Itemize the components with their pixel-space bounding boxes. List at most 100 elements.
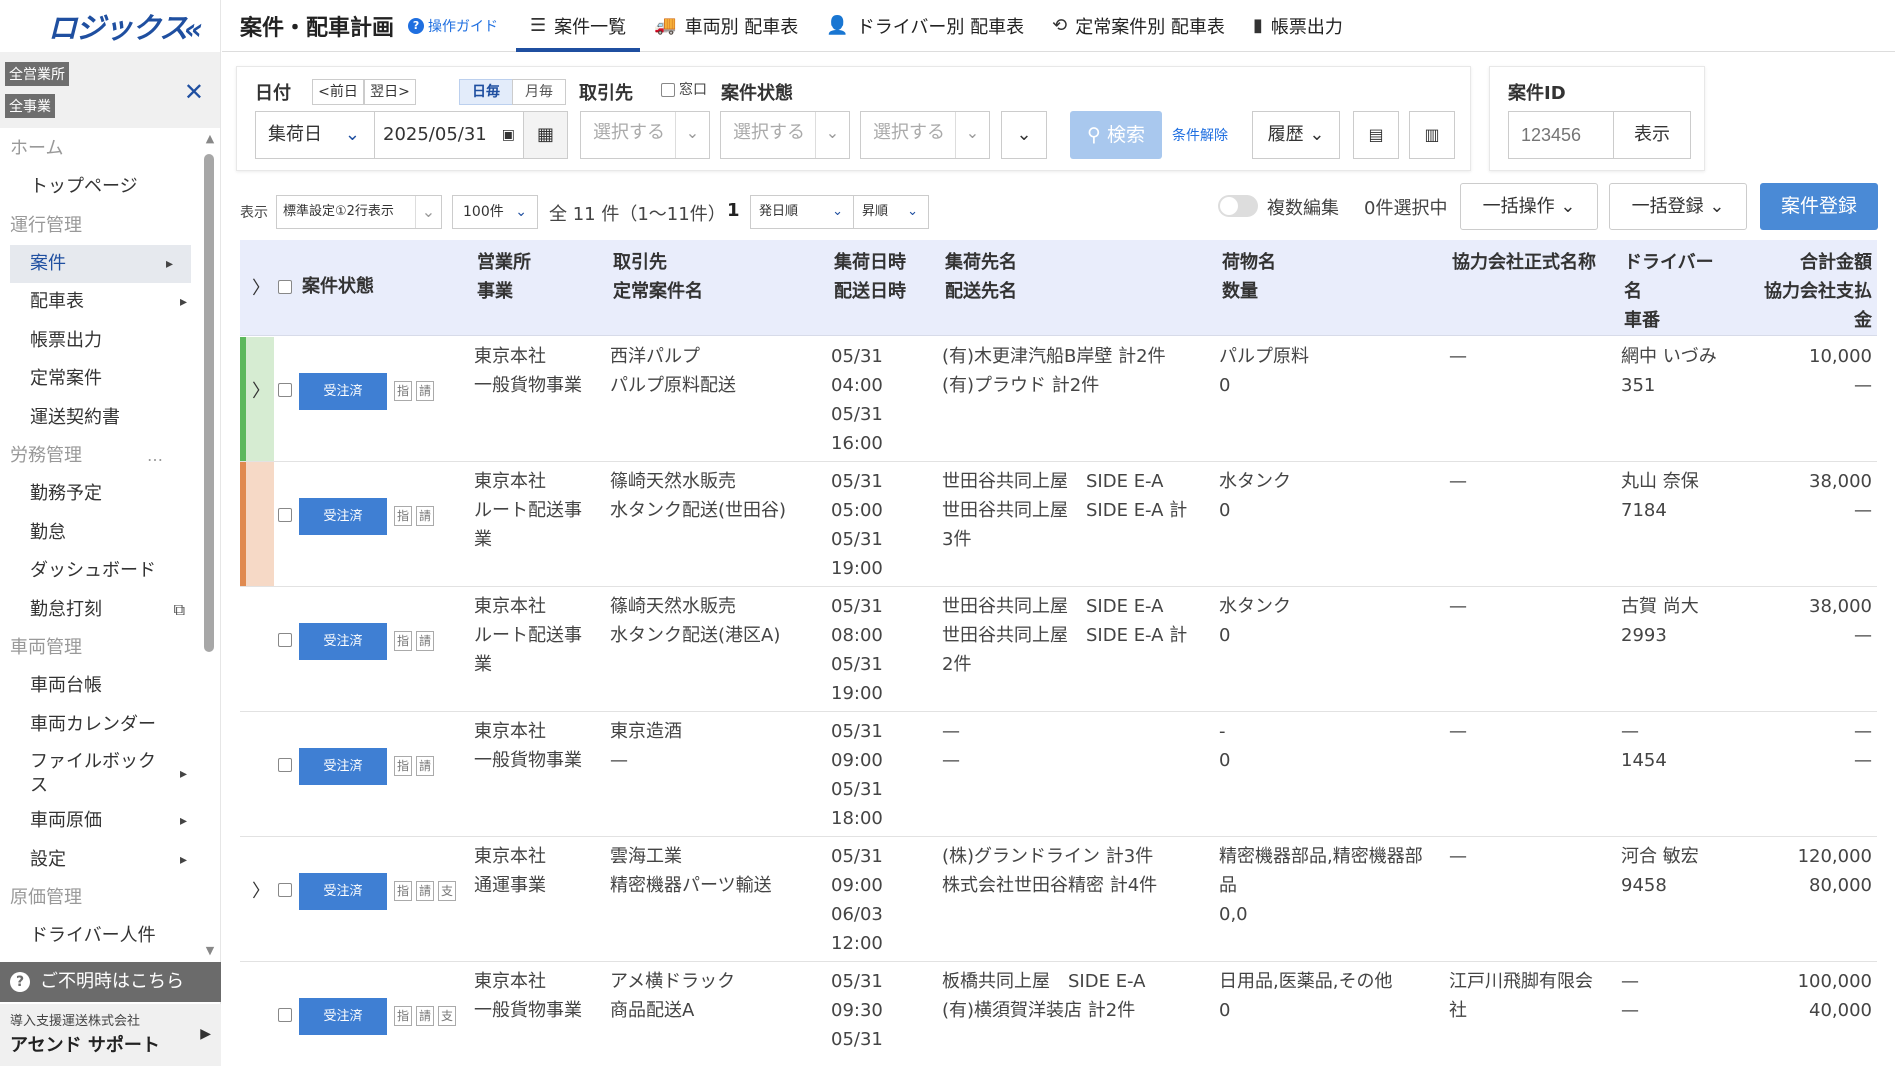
invoice-mark[interactable]: 請: [416, 1006, 434, 1026]
company-switcher[interactable]: 導入支援運送株式会社 アセンド サポート ▶: [0, 1004, 221, 1066]
display-preset-select[interactable]: 標準設定①2行表示 ⌄: [276, 195, 442, 229]
sidebar-item-cases[interactable]: 案件 ▸: [10, 244, 191, 283]
header-partner[interactable]: 協力会社正式名称: [1452, 248, 1596, 277]
bulk-operations-dropdown[interactable]: 一括操作 ⌄: [1460, 183, 1598, 230]
destinations-cell[interactable]: 世田谷共同上屋 SIDE E-A 世田谷共同上屋 SIDE E-A 計 2件: [942, 592, 1212, 679]
sidebar-item-attendance[interactable]: 勤怠: [0, 514, 205, 553]
sort-field-select[interactable]: 発日順 ⌄: [750, 195, 854, 229]
client-select[interactable]: 選択する ⌄: [580, 111, 710, 159]
client-cell[interactable]: 篠崎天然水販売 水タンク配送(港区A): [610, 592, 810, 650]
history-dropdown[interactable]: 履歴 ⌄: [1252, 111, 1340, 159]
multi-edit-toggle[interactable]: [1218, 195, 1258, 217]
invoice-mark[interactable]: 請: [416, 381, 434, 401]
table-row[interactable]: 〉 受注済 指 請 支 東京本社 通運事業 雲海工業 精密機器パーツ輸送 05/…: [240, 837, 1877, 962]
row-checkbox[interactable]: [278, 508, 292, 522]
driver-cell[interactable]: — 1454: [1621, 717, 1741, 775]
header-client[interactable]: 取引先 定常案件名: [613, 248, 703, 306]
row-checkbox[interactable]: [278, 383, 292, 397]
client-cell[interactable]: アメ横ドラック 商品配送A: [610, 967, 810, 1025]
instruction-mark[interactable]: 指: [394, 756, 412, 776]
destinations-cell[interactable]: (有)木更津汽船B岸壁 計2件 (有)プラウド 計2件: [942, 342, 1212, 400]
status-badge[interactable]: 受注済: [299, 498, 387, 535]
window-select[interactable]: 選択する ⌄: [720, 111, 850, 159]
sort-dir-select[interactable]: 昇順 ⌄: [853, 195, 929, 229]
prev-day-button[interactable]: <前日: [312, 79, 364, 105]
more-icon[interactable]: …: [147, 437, 163, 475]
logo[interactable]: ロジックス «: [0, 0, 220, 52]
header-office[interactable]: 営業所 事業: [477, 248, 531, 306]
sidebar-item-driver-cost[interactable]: ドライバー人件: [0, 917, 205, 956]
destinations-cell[interactable]: — —: [942, 717, 1212, 775]
daily-toggle[interactable]: 日毎: [459, 79, 513, 105]
bulk-register-dropdown[interactable]: 一括登録 ⌄: [1609, 183, 1747, 230]
payment-mark[interactable]: 支: [438, 881, 456, 901]
case-id-input[interactable]: [1508, 111, 1614, 159]
sidebar-item-settings[interactable]: 設定 ▸: [0, 841, 205, 880]
instruction-mark[interactable]: 指: [394, 881, 412, 901]
expand-all-icon[interactable]: 〉: [252, 274, 270, 300]
expand-filters-button[interactable]: ⌄: [1001, 111, 1047, 159]
sidebar-item-vcost[interactable]: 車両原価 ▸: [0, 802, 205, 841]
invoice-mark[interactable]: 請: [416, 631, 434, 651]
client-cell[interactable]: 東京造酒 —: [610, 717, 810, 775]
row-checkbox[interactable]: [278, 633, 292, 647]
instruction-mark[interactable]: 指: [394, 631, 412, 651]
sidebar-item-calendar[interactable]: 車両カレンダー: [0, 706, 205, 745]
header-datetime[interactable]: 集荷日時 配送日時: [834, 248, 906, 306]
instruction-mark[interactable]: 指: [394, 506, 412, 526]
office-scope-tag[interactable]: 全営業所: [5, 62, 69, 86]
header-driver[interactable]: ドライバー名車番: [1624, 248, 1714, 335]
tab-forms[interactable]: ▮ 帳票出力: [1239, 0, 1357, 52]
invoice-mark[interactable]: 請: [416, 881, 434, 901]
guide-link[interactable]: ? 操作ガイド: [408, 16, 498, 36]
destinations-cell[interactable]: (株)グランドライン 計3件 株式会社世田谷精密 計4件: [942, 842, 1212, 900]
expand-row-icon[interactable]: 〉: [252, 377, 270, 403]
date-type-select[interactable]: 集荷日 ⌄: [255, 111, 375, 159]
driver-cell[interactable]: 丸山 奈保 7184: [1621, 467, 1741, 525]
row-checkbox[interactable]: [278, 883, 292, 897]
invoice-mark[interactable]: 請: [416, 506, 434, 526]
status-badge[interactable]: 受注済: [299, 623, 387, 660]
sidebar-scrollbar[interactable]: ▲ ▼: [204, 132, 216, 958]
show-button[interactable]: 表示: [1613, 111, 1691, 159]
sidebar-item-top-page[interactable]: トップページ: [0, 168, 205, 207]
payment-mark[interactable]: 支: [438, 1006, 456, 1026]
search-button[interactable]: ⚲ 検索: [1070, 111, 1162, 159]
destinations-cell[interactable]: 世田谷共同上屋 SIDE E-A 世田谷共同上屋 SIDE E-A 計 3件: [942, 467, 1212, 554]
driver-cell[interactable]: 河合 敏宏 9458: [1621, 842, 1741, 900]
client-cell[interactable]: 西洋パルプ パルプ原料配送: [610, 342, 810, 400]
sidebar-item-clock[interactable]: 勤怠打刻 ⧉: [0, 591, 205, 630]
settings-tools-icon[interactable]: ✕: [184, 78, 204, 106]
instruction-mark[interactable]: 指: [394, 381, 412, 401]
client-cell[interactable]: 篠崎天然水販売 水タンク配送(世田谷): [610, 467, 810, 525]
business-scope-tag[interactable]: 全事業: [5, 94, 55, 118]
window-checkbox[interactable]: [661, 83, 675, 97]
sidebar-item-regular[interactable]: 定常案件: [0, 360, 205, 399]
status-badge[interactable]: 受注済: [299, 373, 387, 410]
date-input[interactable]: 2025/05/31 ▣: [374, 111, 524, 159]
destinations-cell[interactable]: 板橋共同上屋 SIDE E-A (有)横須賀洋装店 計2件: [942, 967, 1212, 1025]
sidebar-item-forms[interactable]: 帳票出力: [0, 322, 205, 361]
sidebar-item-dashboard[interactable]: ダッシュボード: [0, 552, 205, 591]
tab-regular-dispatch[interactable]: ⟲ 定常案件別 配車表: [1038, 0, 1239, 52]
header-destinations[interactable]: 集荷先名 配送先名: [945, 248, 1017, 306]
table-row[interactable]: 受注済 指 請 東京本社 ルート配送事 業 篠崎天然水販売 水タンク配送(港区A…: [240, 587, 1877, 712]
row-checkbox[interactable]: [278, 758, 292, 772]
scroll-thumb[interactable]: [204, 154, 214, 652]
expand-row-icon[interactable]: 〉: [252, 877, 270, 903]
header-amount[interactable]: 合計金額 協力会社支払金: [1740, 248, 1872, 335]
help-button[interactable]: ? ご不明時はこちら: [0, 962, 221, 1002]
sidebar-item-contracts[interactable]: 運送契約書: [0, 399, 205, 438]
header-cargo[interactable]: 荷物名 数量: [1222, 248, 1276, 306]
tab-driver-dispatch[interactable]: 👤 ドライバー別 配車表: [812, 0, 1038, 52]
table-row[interactable]: 受注済 指 請 東京本社 ルート配送事 業 篠崎天然水販売 水タンク配送(世田谷…: [240, 462, 1877, 587]
table-row[interactable]: 受注済 指 請 東京本社 一般貨物事業 東京造酒 — 05/31 09:00 0…: [240, 712, 1877, 837]
invoice-mark[interactable]: 請: [416, 756, 434, 776]
sidebar-item-dispatch[interactable]: 配車表 ▸: [0, 283, 205, 322]
clear-conditions-link[interactable]: 条件解除: [1172, 125, 1228, 145]
status-select[interactable]: 選択する ⌄: [860, 111, 990, 159]
current-page[interactable]: 1: [727, 200, 740, 221]
table-row[interactable]: 〉 受注済 指 請 東京本社 一般貨物事業 西洋パルプ パルプ原料配送 05/3…: [240, 337, 1877, 462]
driver-cell[interactable]: — —: [1621, 967, 1741, 1025]
status-badge[interactable]: 受注済: [299, 873, 387, 910]
